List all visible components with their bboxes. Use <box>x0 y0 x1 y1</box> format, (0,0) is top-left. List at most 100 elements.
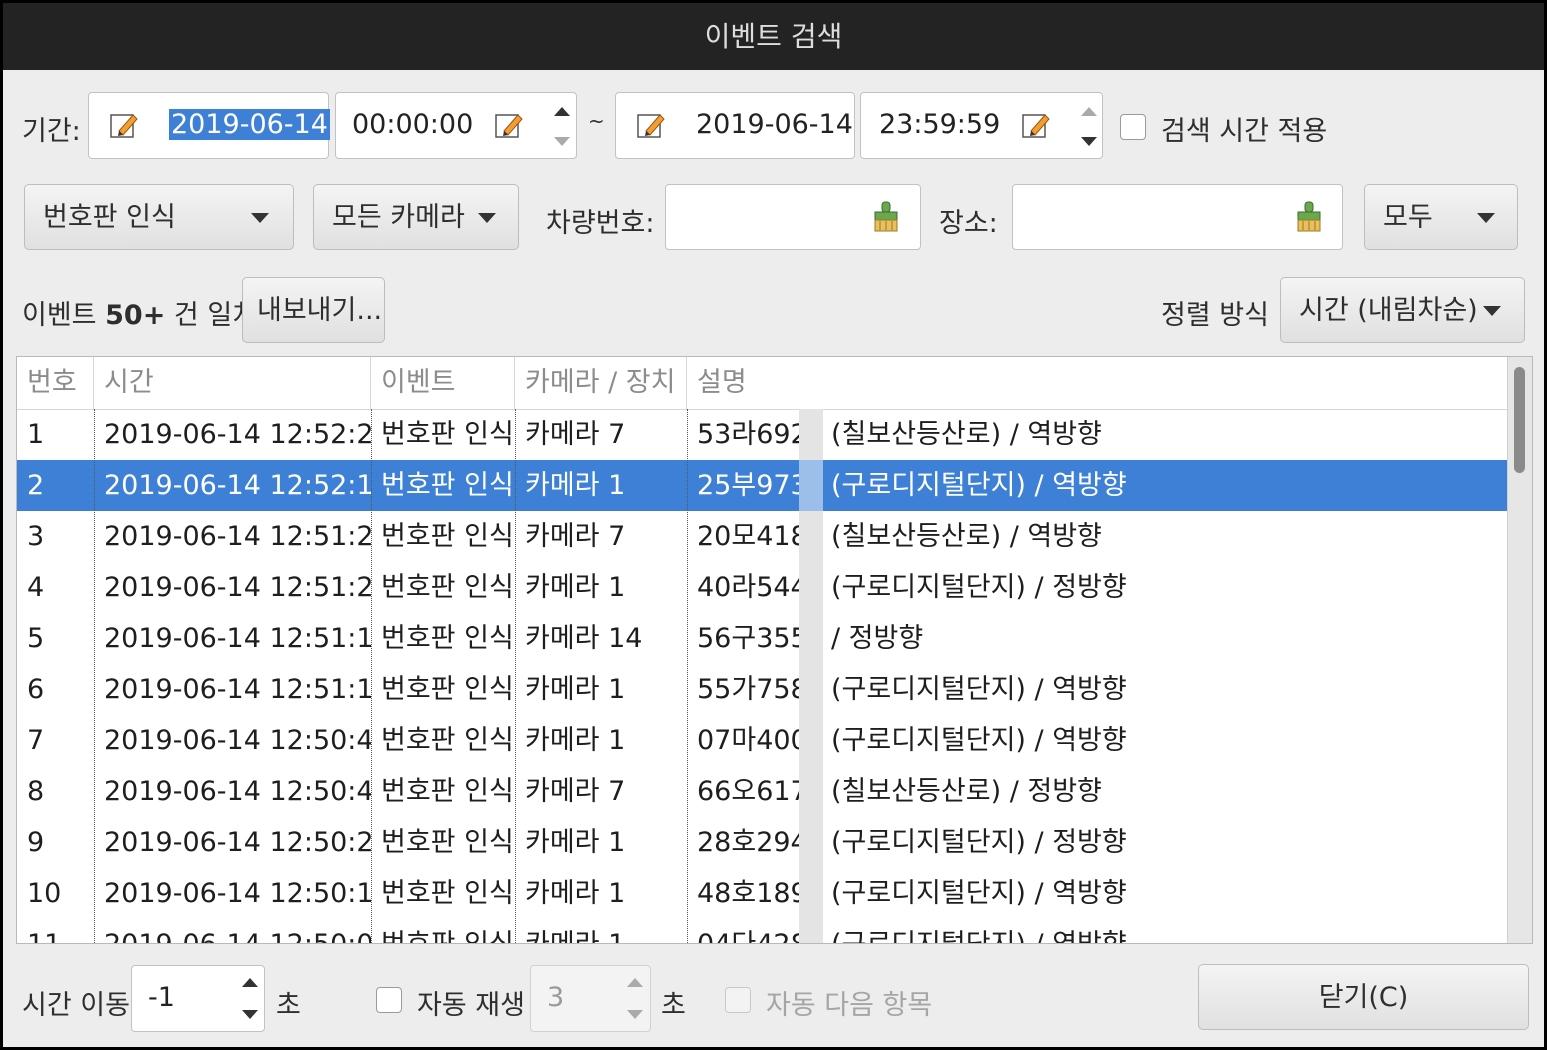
table-row[interactable]: 2 2019-06-14 12:52:10 번호판 인식 카메라 1 25부973 (구로… <box>17 460 1509 511</box>
cell-event: 번호판 인식 <box>381 521 514 552</box>
edit-icon[interactable] <box>1021 111 1051 141</box>
result-summary: 이벤트 50+ 건 일치 <box>22 293 257 332</box>
cell-description: (구로디지털단지) / 정방향 <box>831 572 1127 603</box>
increment-icon[interactable] <box>1081 107 1097 116</box>
scope-dropdown[interactable]: 모두 <box>1364 184 1518 250</box>
cell-time: 2019-06-14 12:50:01 <box>94 919 371 943</box>
table-row[interactable]: 112019-06-14 12:50:01번호판 인식카메라 104다428 (구… <box>17 919 1509 943</box>
cell-event: 번호판 인식 <box>381 725 514 756</box>
cell-number: 2 <box>27 470 45 501</box>
cell-description: (구로디지털단지) / 역방향 <box>831 470 1127 501</box>
chevron-down-icon <box>478 213 496 223</box>
column-header-number[interactable]: 번호 <box>17 357 94 409</box>
autoplay-checkbox[interactable] <box>376 987 402 1013</box>
plate-input[interactable] <box>665 184 921 250</box>
redacted-plate-region <box>799 664 823 715</box>
end-time-field[interactable]: 23:59:59 <box>860 92 1103 159</box>
place-input[interactable] <box>1012 184 1343 250</box>
edit-icon[interactable] <box>109 111 139 141</box>
cell-number: 1 <box>27 419 45 450</box>
clear-icon[interactable] <box>872 201 900 233</box>
chevron-down-icon <box>251 213 269 223</box>
column-header-camera[interactable]: 카메라 / 장치 <box>515 357 687 409</box>
cell-plate: 20모418 <box>697 521 799 552</box>
table-row[interactable]: 7 2019-06-14 12:50:42 번호판 인식 카메라 1 07마400 (구로… <box>17 715 1509 766</box>
time-move-spinbox[interactable]: -1 <box>131 965 265 1032</box>
cell-plate: 28호294 <box>697 827 799 858</box>
column-divider <box>515 409 516 943</box>
start-date-field[interactable]: 2019-06-14 <box>88 92 330 159</box>
increment-icon[interactable] <box>242 978 258 987</box>
cell-event: 번호판 인식 <box>381 572 514 603</box>
column-header-description[interactable]: 설명 <box>687 357 1509 409</box>
end-date-field[interactable]: 2019-06-14 <box>615 92 855 159</box>
close-label: 닫기(C) <box>1318 982 1409 1013</box>
autoplay-interval-value: 3 <box>547 982 565 1013</box>
decrement-icon[interactable] <box>1081 137 1097 146</box>
chevron-down-icon <box>1477 213 1495 223</box>
decrement-icon[interactable] <box>554 137 570 146</box>
cell-description: (구로디지털단지) / 역방향 <box>831 674 1127 705</box>
table-row[interactable]: 4 2019-06-14 12:51:26 번호판 인식 카메라 1 40라544 (구로… <box>17 562 1509 613</box>
export-button[interactable]: 내보내기... <box>242 277 385 343</box>
table-row[interactable]: 10 2019-06-14 12:50:10 번호판 인식 카메라 1 48호189 (구… <box>17 868 1509 919</box>
cell-number: 3 <box>27 521 45 552</box>
period-separator: ~ <box>588 109 605 133</box>
event-type-value: 번호판 인식 <box>43 202 176 233</box>
increment-icon[interactable] <box>627 978 643 987</box>
table-row[interactable]: 9 2019-06-14 12:50:28 번호판 인식 카메라 1 28호294 (구로… <box>17 817 1509 868</box>
cell-description: (구로디지털단지) / 정방향 <box>831 827 1127 858</box>
apply-time-checkbox[interactable] <box>1120 114 1146 140</box>
scrollbar-thumb[interactable] <box>1514 367 1525 473</box>
sort-value: 시간 (내림차순) <box>1299 295 1478 326</box>
auto-next-checkbox[interactable] <box>725 987 751 1013</box>
start-time-field[interactable]: 00:00:00 <box>335 92 577 159</box>
plate-label: 차량번호: <box>546 208 655 239</box>
cell-plate: 07마400 <box>697 725 799 756</box>
redacted-plate-region <box>799 613 823 664</box>
table-row[interactable]: 6 2019-06-14 12:51:10 번호판 인식 카메라 1 55가758 (구로… <box>17 664 1509 715</box>
event-type-dropdown[interactable]: 번호판 인식 <box>24 184 294 250</box>
redacted-plate-region <box>799 715 823 766</box>
camera-dropdown[interactable]: 모든 카메라 <box>313 184 519 250</box>
autoplay-interval-spinbox[interactable]: 3 <box>530 965 651 1032</box>
clear-icon[interactable] <box>1295 201 1323 233</box>
close-button[interactable]: 닫기(C) <box>1198 964 1529 1030</box>
edit-icon[interactable] <box>636 111 666 141</box>
event-table: 번호 시간 이벤트 카메라 / 장치 설명 1 2019-06-14 12:52:… <box>16 356 1533 944</box>
decrement-icon[interactable] <box>242 1010 258 1019</box>
cell-time: 2019-06-14 12:51:26 <box>104 572 371 603</box>
event-search-window: 이벤트 검색 기간: 2019-06-14 00:00:00 ~ 2019-06… <box>3 3 1544 1047</box>
result-count: 50+ <box>105 300 166 331</box>
cell-time: 2019-06-14 12:50:42 <box>104 725 371 756</box>
chevron-down-icon <box>1483 306 1501 316</box>
increment-icon[interactable] <box>554 107 570 116</box>
redacted-plate-region <box>799 460 823 511</box>
column-header-time[interactable]: 시간 <box>94 357 371 409</box>
sort-dropdown[interactable]: 시간 (내림차순) <box>1280 277 1525 343</box>
auto-next-label: 자동 다음 항목 <box>766 990 933 1021</box>
table-row[interactable]: 1 2019-06-14 12:52:25 번호판 인식 카메라 7 53라692 (칠보… <box>17 409 1509 460</box>
table-row[interactable]: 8 2019-06-14 12:50:42 번호판 인식 카메라 7 66오617 (칠보… <box>17 766 1509 817</box>
table-row[interactable]: 3 2019-06-14 12:51:28 번호판 인식 카메라 7 20모418 (칠보… <box>17 511 1509 562</box>
start-time-value: 00:00:00 <box>352 109 474 140</box>
table-row[interactable]: 5 2019-06-14 12:51:13 번호판 인식 카메라 14 56구355 / … <box>17 613 1509 664</box>
sort-label: 정렬 방식 <box>1161 300 1269 331</box>
decrement-icon[interactable] <box>627 1010 643 1019</box>
redacted-plate-region <box>799 919 823 943</box>
column-header-event[interactable]: 이벤트 <box>371 357 515 409</box>
cell-number: 11 <box>17 919 94 943</box>
cell-description: (칠보산등산로) / 정방향 <box>831 776 1102 807</box>
cell-camera: 카메라 1 <box>525 470 626 501</box>
table-scrollbar[interactable] <box>1507 357 1532 943</box>
cell-description: (칠보산등산로) / 역방향 <box>831 419 1102 450</box>
cell-time: 2019-06-14 12:52:10 <box>104 470 371 501</box>
cell-time: 2019-06-14 12:52:25 <box>104 419 371 450</box>
cell-time: 2019-06-14 12:50:28 <box>104 827 371 858</box>
edit-icon[interactable] <box>494 111 524 141</box>
cell-number: 7 <box>27 725 45 756</box>
redacted-plate-region <box>799 562 823 613</box>
camera-value: 모든 카메라 <box>332 202 465 233</box>
cell-camera: 카메라 1 <box>525 878 626 909</box>
scope-value: 모두 <box>1383 202 1433 233</box>
